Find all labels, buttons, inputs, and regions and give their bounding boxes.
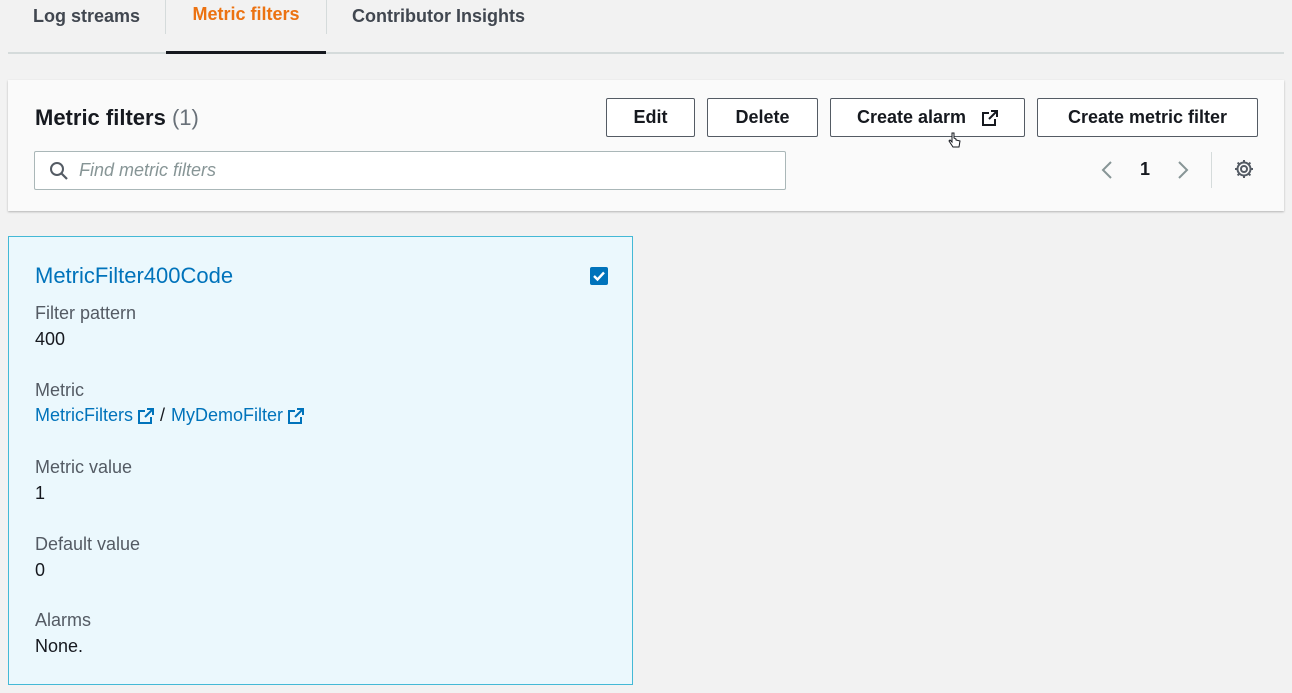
tab-contributor-insights[interactable]: Contributor Insights bbox=[326, 0, 551, 54]
external-link-icon bbox=[138, 407, 154, 424]
external-link-icon bbox=[288, 407, 305, 424]
search-input[interactable] bbox=[79, 152, 779, 189]
checkbox-checked-icon[interactable] bbox=[590, 267, 608, 285]
alarms-label: Alarms bbox=[35, 610, 92, 630]
gear-icon[interactable] bbox=[1233, 158, 1255, 185]
filter-pattern-value: 400 bbox=[35, 329, 66, 349]
delete-button[interactable]: Delete bbox=[707, 98, 818, 137]
chevron-right-icon[interactable] bbox=[1176, 160, 1190, 185]
default-value: 0 bbox=[35, 560, 46, 580]
metric-name-text: MyDemoFilter bbox=[171, 405, 284, 425]
edit-button[interactable]: Edit bbox=[606, 98, 695, 137]
search-icon bbox=[49, 161, 69, 186]
alarms-value: None. bbox=[35, 636, 84, 656]
page-title: Metric filters (1) bbox=[35, 105, 199, 131]
title-count: (1) bbox=[171, 105, 199, 130]
create-metric-filter-label: Create metric filter bbox=[1067, 107, 1228, 127]
hand-cursor-icon bbox=[947, 132, 961, 155]
external-link-icon bbox=[982, 109, 999, 126]
filter-pattern-label: Filter pattern bbox=[35, 303, 137, 323]
metric-links: MetricFilters / MyDemoFilter bbox=[35, 405, 305, 426]
pagination-divider bbox=[1211, 152, 1212, 188]
metric-namespace-link[interactable]: MetricFilters bbox=[35, 405, 154, 426]
metric-namespace-text: MetricFilters bbox=[35, 405, 133, 425]
metric-separator: / bbox=[160, 405, 166, 425]
tab-metric-filters[interactable]: Metric filters bbox=[166, 0, 326, 54]
current-page-number[interactable]: 1 bbox=[1140, 159, 1150, 180]
metric-filter-name-link[interactable]: MetricFilter400Code bbox=[35, 263, 233, 289]
create-metric-filter-button[interactable]: Create metric filter bbox=[1037, 98, 1258, 137]
metric-value-label: Metric value bbox=[35, 457, 133, 477]
tab-log-streams[interactable]: Log streams bbox=[8, 0, 165, 54]
create-alarm-button[interactable]: Create alarm bbox=[830, 98, 1025, 137]
create-alarm-label: Create alarm bbox=[856, 107, 967, 127]
metric-value: 1 bbox=[35, 483, 46, 503]
delete-button-label: Delete bbox=[735, 107, 790, 127]
metric-name-link[interactable]: MyDemoFilter bbox=[171, 405, 305, 426]
title-text: Metric filters bbox=[35, 105, 166, 130]
chevron-left-icon[interactable] bbox=[1100, 160, 1114, 185]
metric-filter-card[interactable]: MetricFilter400Code Filter pattern 400 M… bbox=[8, 236, 633, 685]
default-value-label: Default value bbox=[35, 534, 141, 554]
edit-button-label: Edit bbox=[633, 107, 668, 127]
metric-filters-header: Metric filters (1) Edit Delete Create al… bbox=[8, 80, 1284, 211]
search-box bbox=[34, 151, 786, 190]
tab-bar: Log streams Metric filters Contributor I… bbox=[8, 0, 1284, 54]
metric-label: Metric bbox=[35, 380, 84, 400]
